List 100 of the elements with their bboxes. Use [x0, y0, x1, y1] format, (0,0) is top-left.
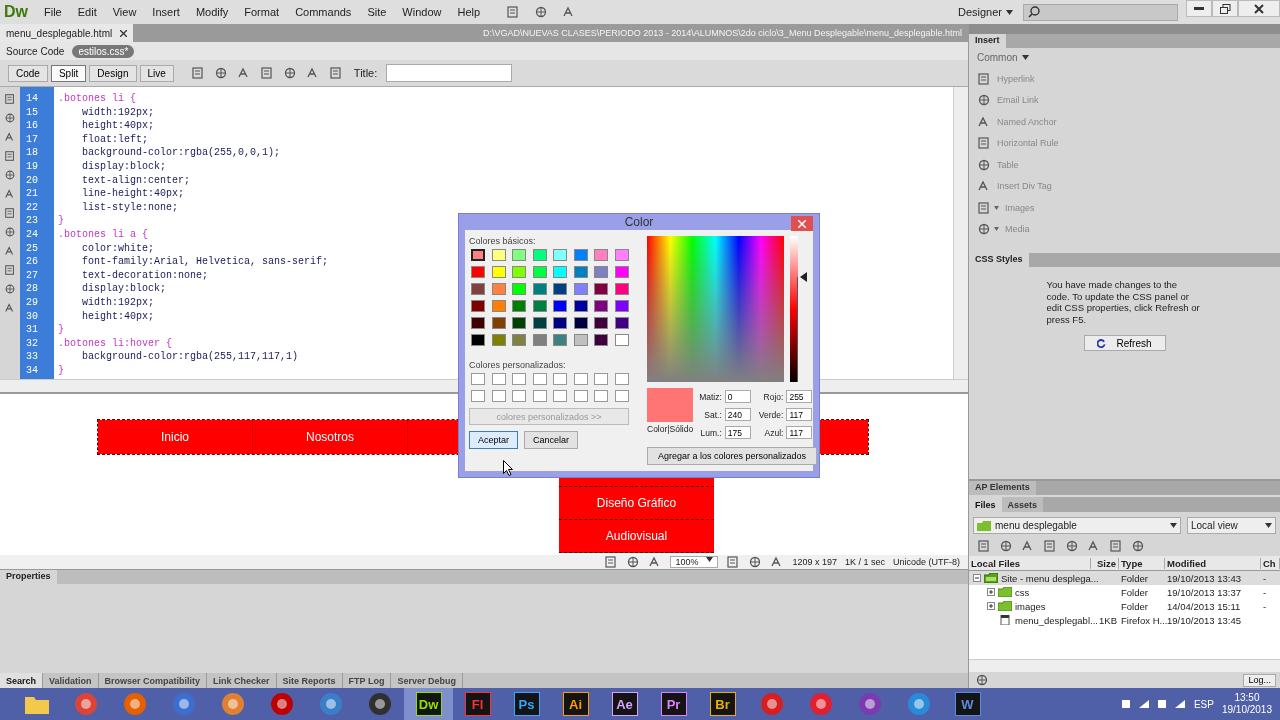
color-swatch[interactable] [553, 317, 567, 329]
color-swatch[interactable] [553, 283, 567, 295]
color-swatch[interactable] [532, 300, 547, 312]
custom-color-swatch[interactable] [532, 373, 547, 385]
color-swatch[interactable] [491, 300, 506, 312]
luminance-slider[interactable] [790, 236, 808, 382]
related-file-tab[interactable]: estilos.css* [72, 44, 135, 58]
restore-button[interactable] [1212, 0, 1238, 17]
color-swatch[interactable] [594, 334, 608, 346]
menu-item[interactable]: Window [394, 6, 450, 18]
column-header[interactable]: Ch [1261, 557, 1280, 569]
file-row[interactable]: menu_desplegabl...1KB Firefox H...19/10/2013 13:45 [969, 613, 1280, 627]
workspace-switcher[interactable]: Designer [957, 6, 1013, 18]
language-indicator[interactable]: ESP [1193, 698, 1214, 710]
color-swatch[interactable] [471, 249, 485, 261]
panel-tab[interactable]: Insert [969, 34, 1006, 48]
taskbar-button[interactable]: Dw [404, 688, 453, 720]
refresh-button[interactable]: Refresh [1083, 335, 1166, 351]
column-header[interactable]: Local Files [969, 557, 1091, 569]
custom-color-swatch[interactable] [573, 373, 588, 385]
close-button[interactable] [1238, 0, 1280, 17]
menu-item[interactable]: Insert [144, 6, 188, 18]
color-swatch[interactable] [594, 300, 608, 312]
value-field[interactable]: 117 [786, 408, 813, 421]
color-swatch[interactable] [512, 283, 526, 295]
file-row[interactable]: css Folder 19/10/2013 13:37 - [969, 585, 1280, 599]
minimize-button[interactable] [1186, 0, 1212, 17]
color-swatch[interactable] [573, 283, 588, 295]
panel-tab[interactable]: Properties [0, 570, 57, 584]
insert-icon[interactable] [977, 71, 991, 86]
source-code-link[interactable]: Source Code [6, 45, 65, 57]
column-header[interactable]: Size [1091, 557, 1119, 569]
column-header[interactable]: Modified [1165, 557, 1261, 569]
add-custom-color-button[interactable]: Agregar a los colores personalizados [647, 447, 817, 465]
custom-color-swatch[interactable] [553, 373, 567, 385]
value-field[interactable]: 255 [786, 390, 813, 403]
menu-item[interactable]: Modify [187, 6, 237, 18]
color-swatch[interactable] [471, 266, 485, 278]
color-swatch[interactable] [614, 283, 629, 295]
ok-button[interactable]: Aceptar [469, 431, 519, 449]
color-swatch[interactable] [614, 317, 629, 329]
custom-color-swatch[interactable] [614, 390, 629, 402]
insert-icon[interactable] [977, 136, 991, 151]
nav-item[interactable]: Inicio [98, 420, 253, 454]
color-swatch[interactable] [573, 334, 588, 346]
color-swatch[interactable] [614, 266, 629, 278]
insert-icon[interactable] [977, 200, 991, 215]
color-swatch[interactable] [471, 300, 485, 312]
document-tab[interactable]: menu_desplegable.html [0, 24, 134, 42]
cancel-button[interactable]: Cancelar [524, 431, 579, 449]
close-icon[interactable] [120, 29, 128, 37]
color-swatch[interactable] [594, 266, 608, 278]
color-swatch[interactable] [491, 334, 506, 346]
value-field[interactable]: 0 [724, 390, 751, 403]
color-swatch[interactable] [471, 283, 485, 295]
color-swatch[interactable] [471, 317, 485, 329]
taskbar-button[interactable]: Ai [551, 688, 600, 720]
view-button[interactable]: Live [139, 64, 174, 82]
site-select[interactable]: menu desplegable [973, 517, 1181, 534]
taskbar-button[interactable]: W [943, 688, 992, 720]
view-select[interactable]: Local view [1187, 517, 1276, 534]
color-swatch[interactable] [614, 300, 629, 312]
color-swatch[interactable] [532, 317, 547, 329]
clock[interactable]: 13:50 19/10/2013 [1221, 692, 1272, 716]
color-swatch[interactable] [614, 249, 629, 261]
title-field[interactable] [386, 64, 513, 82]
color-swatch[interactable] [491, 266, 506, 278]
category-select[interactable]: Common [977, 52, 1272, 63]
panel-tab[interactable]: Search [0, 673, 44, 688]
dropdown-item[interactable]: Diseño Gráfico [559, 487, 714, 520]
panel-tab[interactable]: CSS Styles [969, 253, 1029, 267]
color-swatch[interactable] [573, 317, 588, 329]
color-swatch[interactable] [594, 317, 608, 329]
log-button[interactable]: Log... [1243, 673, 1276, 687]
color-swatch[interactable] [512, 317, 526, 329]
color-swatch[interactable] [512, 266, 526, 278]
color-swatch[interactable] [553, 266, 567, 278]
custom-color-swatch[interactable] [471, 373, 485, 385]
panel-tab[interactable]: Assets [1001, 497, 1044, 512]
custom-color-swatch[interactable] [512, 390, 526, 402]
color-swatch[interactable] [491, 317, 506, 329]
file-row[interactable]: images Folder 14/04/2013 15:11 - [969, 599, 1280, 613]
taskbar-button[interactable]: Ae [600, 688, 649, 720]
color-swatch[interactable] [491, 249, 506, 261]
view-button[interactable]: Design [89, 64, 137, 82]
value-field[interactable]: 175 [724, 426, 751, 439]
color-swatch[interactable] [553, 249, 567, 261]
insert-icon[interactable] [977, 222, 991, 237]
insert-icon[interactable] [977, 93, 991, 108]
file-row[interactable]: Site - menu desplega... Folder 19/10/2013 13:43 - [969, 571, 1280, 585]
color-swatch[interactable] [594, 283, 608, 295]
color-swatch[interactable] [573, 266, 588, 278]
globe-icon[interactable] [213, 66, 228, 80]
color-swatch[interactable] [512, 334, 526, 346]
custom-color-swatch[interactable] [491, 390, 506, 402]
view-button[interactable]: Code [8, 64, 48, 82]
taskbar-button[interactable]: Ps [502, 688, 551, 720]
panel-tab[interactable]: AP Elements [969, 481, 1036, 495]
search-field[interactable] [1023, 3, 1178, 21]
view-button[interactable]: Split [50, 64, 87, 82]
